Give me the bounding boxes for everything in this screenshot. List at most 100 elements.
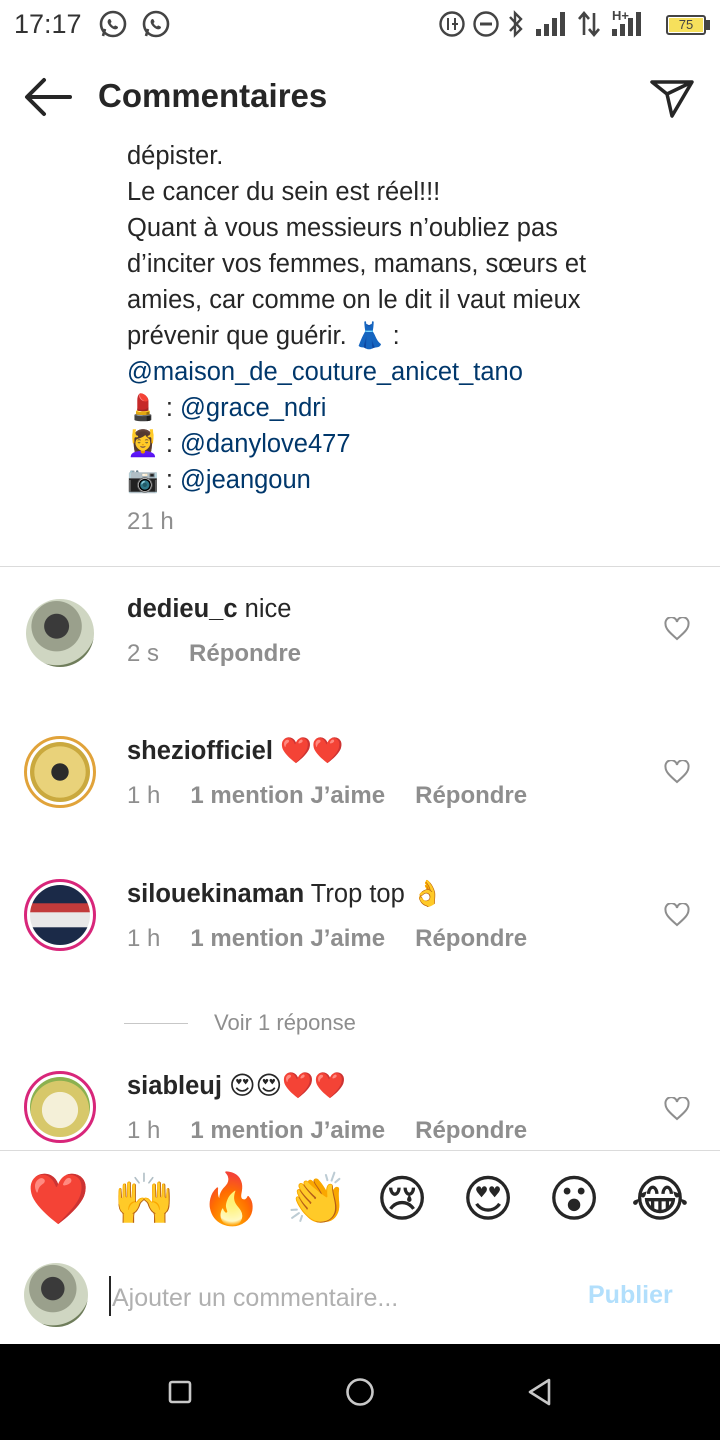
comment-text: Trop top 👌 [310,880,444,908]
page-title: Commentaires [98,77,328,114]
comment-body: sheziofficiel ❤️❤️ [127,736,344,766]
avatar-image [30,885,90,945]
avatar[interactable] [24,879,96,951]
like-heart-icon[interactable] [664,1097,690,1121]
reply-button[interactable]: Répondre [415,1117,527,1144]
credit-line: 💄 : @grace_ndri [127,390,687,426]
comment-body: siableuj 😍😍❤️❤️ [127,1071,346,1101]
post-caption: dépister. Le cancer du sein est réel!!! … [127,138,687,498]
bluetooth-icon [509,10,523,38]
battery-icon: 75 [666,15,706,35]
like-heart-icon[interactable] [664,903,690,927]
credit-line: 📷 : @jeangoun [127,462,687,498]
caption-line: dépister. [127,142,224,170]
home-icon[interactable] [342,1374,378,1410]
like-heart-icon[interactable] [664,617,690,641]
credit-line: 💆‍♀️ : @danylove477 [127,426,687,462]
like-heart-icon[interactable] [664,760,690,784]
comment-time: 2 s [127,640,160,667]
emoji-raised-hands-button[interactable]: 🙌 [113,1169,175,1229]
comment-meta: 1 h 1 mention J’aime Répondre [127,925,557,953]
my-avatar [24,1263,88,1327]
comment-item: sheziofficiel ❤️❤️ 1 h 1 mention J’aime Ré… [0,736,720,846]
comment-input[interactable] [112,1281,552,1315]
caption-line: amies, car comme on le dit il vaut mieux [127,286,581,314]
divider [0,566,720,567]
caption-line-with-credit: prévenir que guérir. 👗 : [127,318,687,354]
send-icon[interactable] [648,72,696,120]
whatsapp-icon [99,10,127,38]
comment-body: silouekinaman Trop top 👌 [127,879,444,909]
comment-meta: 2 s Répondre [127,640,331,668]
comment-text: 😍😍❤️❤️ [229,1072,346,1100]
quick-emoji-bar: ❤️ 🙌 🔥 👏 😢 😍 😮 😂 [0,1150,720,1250]
comment-compose-bar: Publier [0,1249,720,1344]
credit-separator: : [158,466,181,494]
caption-timestamp: 21 h [127,508,174,535]
comment-item: dedieu_c nice 2 s Répondre [0,595,720,707]
signal-hplus-icon [612,12,641,36]
navigation-bar [0,1344,720,1440]
publish-button[interactable]: Publier [588,1281,673,1310]
comment-item: silouekinaman Trop top 👌 1 h 1 mention J’… [0,879,720,989]
emoji-fire-button[interactable]: 🔥 [200,1169,262,1229]
woman-getting-massage-emoji: 💆‍♀️ [127,429,159,459]
mention-link[interactable]: @maison_de_couture_anicet_tano [127,354,687,390]
caption-line: Quant à vous messieurs n’oubliez pas [127,214,558,242]
likes-count-link[interactable]: 1 mention J’aime [190,925,385,952]
caption-line-text: prévenir que guérir. [127,322,347,350]
caption-line: Le cancer du sein est réel!!! [127,178,441,206]
emoji-crying-button[interactable]: 😢 [372,1169,432,1229]
comment-username[interactable]: dedieu_c [127,595,238,623]
emoji-surprised-button[interactable]: 😮 [544,1169,604,1229]
header: Commentaires [0,62,720,132]
mention-link[interactable]: @danylove477 [180,430,351,458]
signal-icon [536,12,565,36]
mention-link[interactable]: @grace_ndri [180,394,326,422]
whatsapp-icon [142,10,170,38]
caption-line: d’inciter vos femmes, mamans, sœurs et [127,250,587,278]
likes-count-link[interactable]: 1 mention J’aime [190,1117,385,1144]
comment-time: 1 h [127,925,161,952]
do-not-disturb-icon [473,11,499,37]
avatar[interactable] [24,736,96,808]
battery-tip [706,20,710,30]
avatar[interactable] [24,1071,96,1143]
comment-body: dedieu_c nice [127,595,291,624]
comment-text: ❤️❤️ [280,737,344,765]
text-cursor [109,1276,111,1316]
reply-button[interactable]: Répondre [415,925,527,952]
camera-emoji: 📷 [127,465,159,495]
replies-line [124,1023,188,1024]
data-saver-icon [439,11,465,37]
avatar-image [30,1077,90,1137]
avatar-image [30,742,90,802]
reply-button[interactable]: Répondre [189,640,301,667]
recent-apps-icon[interactable] [162,1374,198,1410]
comment-time: 1 h [127,1117,161,1144]
reply-button[interactable]: Répondre [415,782,527,809]
view-replies-label[interactable]: Voir 1 réponse [214,1010,356,1036]
credit-separator: : [158,430,181,458]
mention-link[interactable]: @jeangoun [180,466,311,494]
emoji-clap-button[interactable]: 👏 [286,1169,348,1229]
credit-separator: : [158,394,181,422]
comment-username[interactable]: sheziofficiel [127,737,273,765]
back-arrow-icon[interactable] [22,76,74,118]
status-time: 17:17 [14,9,82,39]
credit-separator: : [385,322,400,350]
comment-meta: 1 h 1 mention J’aime Répondre [127,782,557,810]
comment-username[interactable]: silouekinaman [127,880,304,908]
battery-level: 75 [678,17,694,32]
dress-emoji: 👗 [353,321,386,351]
comment-text: nice [244,595,292,623]
emoji-heart-eyes-button[interactable]: 😍 [458,1169,518,1229]
emoji-laughing-button[interactable]: 😂 [630,1169,690,1229]
comment-username[interactable]: siableuj [127,1072,222,1100]
avatar[interactable] [26,599,94,667]
comment-time: 1 h [127,782,161,809]
lipstick-emoji: 💄 [127,393,159,423]
likes-count-link[interactable]: 1 mention J’aime [190,782,385,809]
emoji-heart-button[interactable]: ❤️ [27,1169,89,1229]
back-icon[interactable] [522,1374,558,1410]
